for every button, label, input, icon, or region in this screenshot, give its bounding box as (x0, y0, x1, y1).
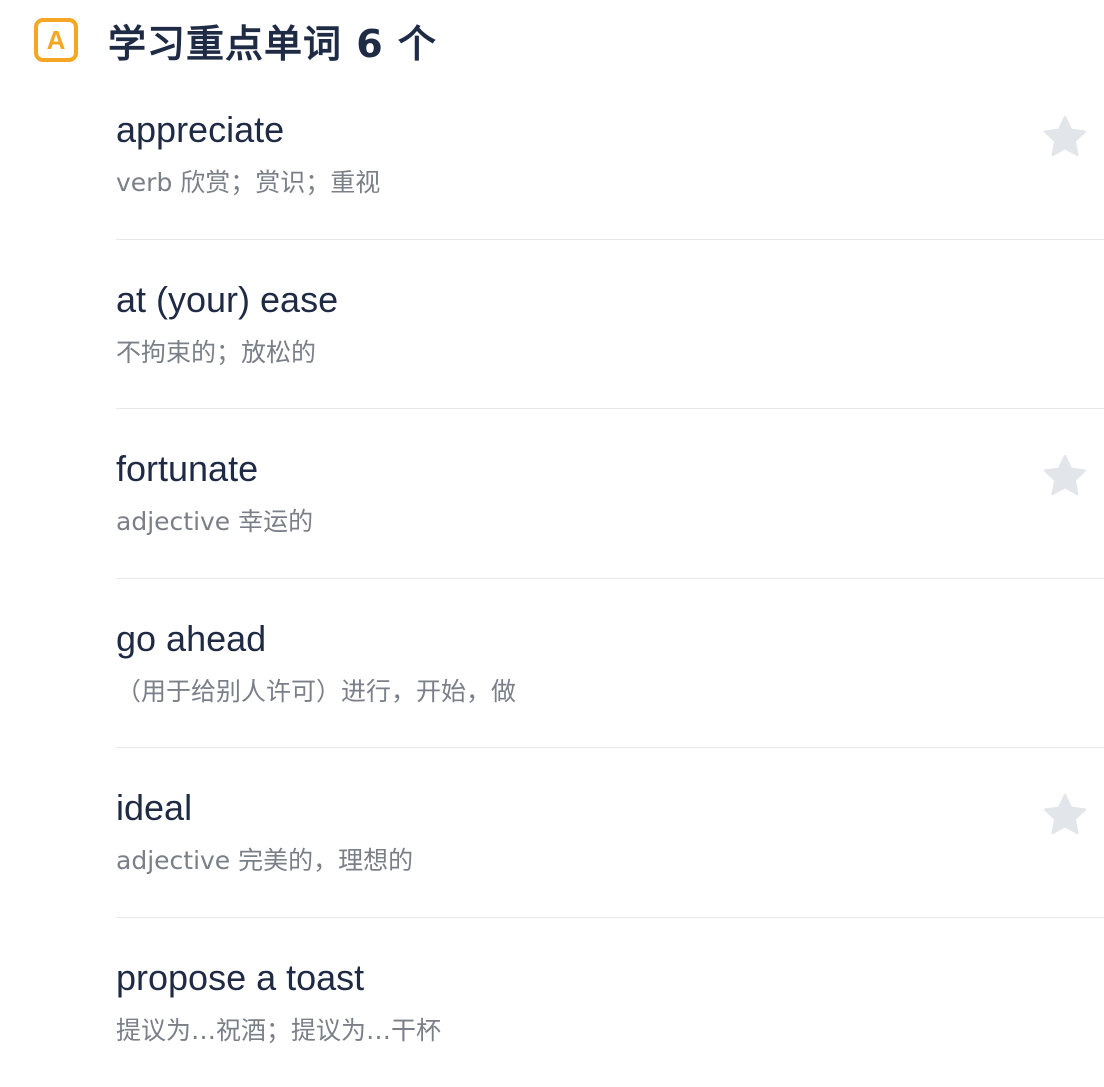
word-definition: adjective 幸运的 (116, 507, 313, 537)
star-icon[interactable] (1040, 112, 1090, 162)
word-term: ideal (116, 786, 192, 829)
word-list: appreciate verb 欣赏；赏识；重视 at (your) ease … (116, 70, 1104, 1087)
list-item[interactable]: ideal adjective 完美的，理想的 (116, 748, 1104, 918)
word-definition: verb 欣赏；赏识；重视 (116, 168, 380, 198)
word-term: at (your) ease (116, 278, 338, 321)
letter-a-icon: A (34, 18, 78, 62)
list-item[interactable]: propose a toast 提议为…祝酒；提议为…干杯 (116, 918, 1104, 1087)
word-definition: adjective 完美的，理想的 (116, 846, 413, 876)
list-item[interactable]: fortunate adjective 幸运的 (116, 409, 1104, 579)
section-header: A 学习重点单词 6 个 (34, 10, 437, 70)
word-definition: 不拘束的；放松的 (116, 338, 316, 368)
star-icon[interactable] (1040, 451, 1090, 501)
star-icon[interactable] (1040, 790, 1090, 840)
word-term: propose a toast (116, 956, 364, 999)
list-item[interactable]: go ahead （用于给别人许可）进行，开始，做 (116, 579, 1104, 749)
word-term: go ahead (116, 617, 266, 660)
page-title: 学习重点单词 6 个 (108, 13, 437, 68)
word-definition: （用于给别人许可）进行，开始，做 (116, 677, 516, 707)
word-term: appreciate (116, 108, 284, 151)
word-term: fortunate (116, 447, 258, 490)
list-item[interactable]: appreciate verb 欣赏；赏识；重视 (116, 70, 1104, 240)
list-item[interactable]: at (your) ease 不拘束的；放松的 (116, 240, 1104, 410)
word-definition: 提议为…祝酒；提议为…干杯 (116, 1016, 441, 1046)
